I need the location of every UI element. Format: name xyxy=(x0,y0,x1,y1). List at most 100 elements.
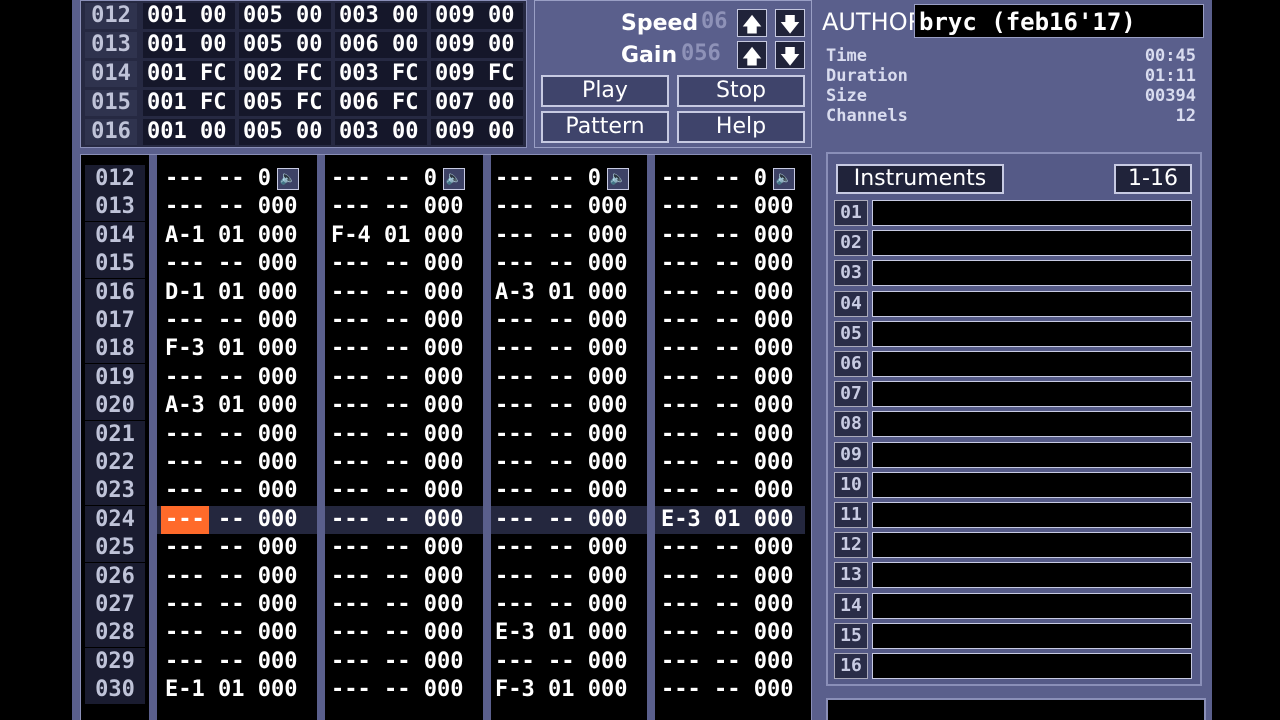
pattern-cell[interactable]: --- -- 000 xyxy=(495,364,645,392)
instrument-name-field[interactable] xyxy=(872,351,1192,377)
gain-up-button[interactable]: 🡅 xyxy=(737,41,767,69)
pattern-cell[interactable]: --- -- 000 xyxy=(495,307,645,335)
speaker-mute-icon[interactable]: 🔈 xyxy=(773,168,795,190)
order-cell[interactable]: 005 00 xyxy=(239,119,331,145)
pattern-cell[interactable]: F-3 01 000 xyxy=(495,676,645,704)
pattern-cell[interactable]: --- -- 000 xyxy=(165,506,315,534)
order-cell[interactable]: 009 FC xyxy=(431,61,523,87)
pattern-cell[interactable]: --- -- 000 xyxy=(331,307,481,335)
pattern-cell[interactable]: --- -- 000 xyxy=(165,364,315,392)
instrument-slot[interactable]: 07 xyxy=(834,381,1194,408)
pattern-cell[interactable]: --- -- 000 xyxy=(661,619,811,647)
pattern-cell[interactable]: --- -- 000 xyxy=(495,563,645,591)
speaker-mute-icon[interactable]: 🔈 xyxy=(277,168,299,190)
order-cell[interactable]: 003 00 xyxy=(335,119,427,145)
pattern-cell[interactable]: F-3 01 000 xyxy=(165,335,315,363)
instrument-slot[interactable]: 09 xyxy=(834,441,1194,468)
pattern-cell[interactable]: --- -- 000 xyxy=(495,193,645,221)
instrument-slot[interactable]: 14 xyxy=(834,592,1194,619)
order-cell[interactable]: 009 00 xyxy=(431,119,523,145)
pattern-cell[interactable]: --- -- 000 xyxy=(661,392,811,420)
order-cell[interactable]: 001 00 xyxy=(143,119,235,145)
instrument-name-field[interactable] xyxy=(872,290,1192,317)
pattern-cell[interactable]: --- -- 000 xyxy=(331,477,481,505)
instrument-slot[interactable]: 05 xyxy=(834,320,1194,347)
pattern-cell[interactable]: --- -- 000 xyxy=(661,307,811,335)
order-cell[interactable]: 003 FC xyxy=(335,61,427,87)
order-cell[interactable]: 009 00 xyxy=(431,32,523,58)
pattern-cell[interactable]: --- -- 000 xyxy=(495,449,645,477)
pattern-cell[interactable]: A-1 01 000 xyxy=(165,222,315,250)
pattern-cell[interactable]: --- -- 000 xyxy=(661,563,811,591)
pattern-cell[interactable]: --- -- 000 xyxy=(165,449,315,477)
pattern-cell[interactable]: --- -- 000 xyxy=(165,307,315,335)
pattern-cell[interactable]: --- -- 000 xyxy=(495,421,645,449)
pattern-cell[interactable]: --- -- 000 xyxy=(165,619,315,647)
pattern-cell[interactable]: --- -- 000 xyxy=(331,335,481,363)
pattern-cell[interactable]: --- -- 000 xyxy=(165,534,315,562)
pattern-cell[interactable]: --- -- 000 xyxy=(165,591,315,619)
pattern-cell[interactable]: --- -- 000 xyxy=(331,591,481,619)
speed-down-button[interactable]: 🡇 xyxy=(775,9,805,37)
pattern-cell[interactable]: A-3 01 000 xyxy=(165,392,315,420)
order-cell[interactable]: 003 00 xyxy=(335,3,427,29)
pattern-cell[interactable]: --- -- 000 xyxy=(331,279,481,307)
gain-down-button[interactable]: 🡇 xyxy=(775,41,805,69)
pattern-cell[interactable]: --- -- 000 xyxy=(165,648,315,676)
instrument-slot[interactable]: 06 xyxy=(834,351,1194,377)
pattern-cell[interactable]: F-4 01 000 xyxy=(331,222,481,250)
pattern-button[interactable]: Pattern xyxy=(541,111,669,143)
pattern-cell[interactable]: --- -- 000 xyxy=(331,648,481,676)
instrument-name-field[interactable] xyxy=(872,381,1192,408)
pattern-cell[interactable]: --- -- 000 xyxy=(495,335,645,363)
pattern-cell[interactable]: --- -- 000 xyxy=(331,250,481,278)
order-cell[interactable]: 001 00 xyxy=(143,32,235,58)
pattern-cell[interactable]: --- -- 000 xyxy=(661,676,811,704)
speed-up-button[interactable]: 🡅 xyxy=(737,9,767,37)
pattern-cell[interactable]: --- -- 000 xyxy=(495,534,645,562)
pattern-cell[interactable]: --- -- 000 xyxy=(331,676,481,704)
pattern-cell[interactable]: --- -- 000 xyxy=(661,421,811,449)
pattern-cell[interactable]: --- -- 000 xyxy=(495,477,645,505)
order-cell[interactable]: 001 FC xyxy=(143,61,235,87)
instrument-name-field[interactable] xyxy=(872,411,1192,438)
order-cell[interactable]: 002 FC xyxy=(239,61,331,87)
instrument-slot[interactable]: 16 xyxy=(834,653,1194,679)
instrument-name-field[interactable] xyxy=(872,230,1192,257)
instruments-range-button[interactable]: 1-16 xyxy=(1114,164,1192,194)
instrument-name-field[interactable] xyxy=(872,653,1192,679)
pattern-cell[interactable]: --- -- 000 xyxy=(331,364,481,392)
instrument-slot[interactable]: 04 xyxy=(834,290,1194,317)
author-field[interactable]: bryc (feb16'17) xyxy=(914,4,1204,38)
order-cell[interactable]: 007 00 xyxy=(431,90,523,116)
pattern-cell[interactable]: --- -- 000 xyxy=(495,506,645,534)
instrument-name-field[interactable] xyxy=(872,471,1192,498)
pattern-cell[interactable]: --- -- 000 xyxy=(165,250,315,278)
pattern-cell[interactable]: --- -- 000 xyxy=(331,534,481,562)
pattern-cell[interactable]: --- -- 000 xyxy=(661,449,811,477)
pattern-cell[interactable]: --- -- 000 xyxy=(661,193,811,221)
instrument-slot[interactable]: 15 xyxy=(834,622,1194,649)
help-button[interactable]: Help xyxy=(677,111,805,143)
instrument-name-field[interactable] xyxy=(872,260,1192,287)
pattern-cell[interactable]: --- -- 000 xyxy=(495,648,645,676)
pattern-cell[interactable]: E-3 01 000 xyxy=(661,506,811,534)
pattern-cell[interactable]: D-1 01 000 xyxy=(165,279,315,307)
order-cell[interactable]: 005 FC xyxy=(239,90,331,116)
pattern-cell[interactable]: --- -- 000 xyxy=(661,534,811,562)
instrument-slot[interactable]: 01 xyxy=(834,200,1194,226)
instrument-name-field[interactable] xyxy=(872,622,1192,649)
pattern-cell[interactable]: --- -- 000 xyxy=(331,449,481,477)
pattern-cell[interactable]: --- -- 000 xyxy=(165,421,315,449)
pattern-cell[interactable]: --- -- 000 xyxy=(495,591,645,619)
instrument-slot[interactable]: 02 xyxy=(834,230,1194,257)
instrument-slot[interactable]: 11 xyxy=(834,502,1194,528)
order-cell[interactable]: 006 FC xyxy=(335,90,427,116)
pattern-cell[interactable]: E-3 01 000 xyxy=(495,619,645,647)
order-cell[interactable]: 006 00 xyxy=(335,32,427,58)
pattern-cell[interactable]: --- -- 000 xyxy=(165,477,315,505)
pattern-cell[interactable]: --- -- 000 xyxy=(331,193,481,221)
pattern-cell[interactable]: --- -- 000 xyxy=(661,648,811,676)
pattern-cell[interactable]: --- -- 000 xyxy=(661,250,811,278)
instrument-name-field[interactable] xyxy=(872,320,1192,347)
